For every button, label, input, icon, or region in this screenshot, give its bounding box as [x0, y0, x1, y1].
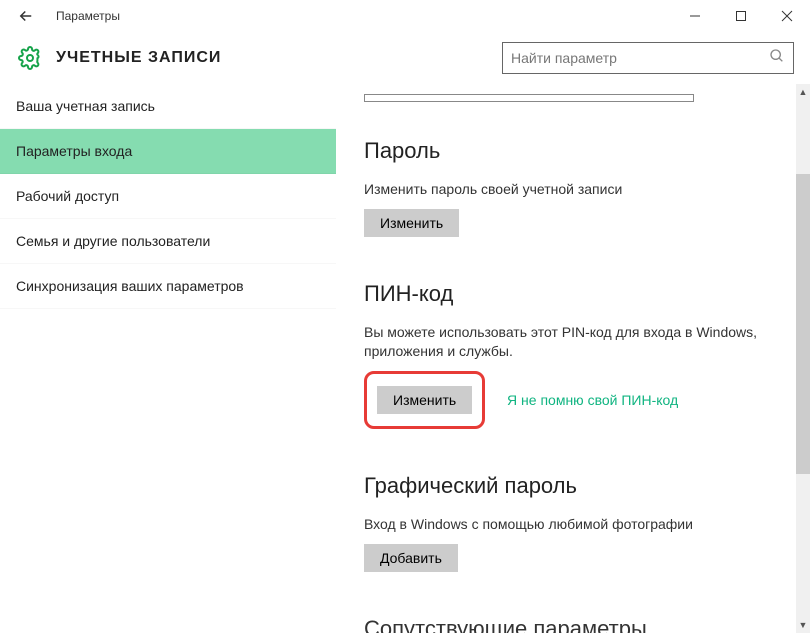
sidebar-item-signin-options[interactable]: Параметры входа [0, 129, 336, 174]
sidebar-item-work-access[interactable]: Рабочий доступ [0, 174, 336, 219]
picture-title: Графический пароль [364, 473, 782, 499]
gear-icon [16, 44, 44, 72]
search-placeholder: Найти параметр [511, 50, 617, 66]
titlebar: Параметры [0, 0, 810, 32]
maximize-button[interactable] [718, 0, 764, 32]
sidebar-item-sync[interactable]: Синхронизация ваших параметров [0, 264, 336, 309]
picture-desc: Вход в Windows с помощью любимой фотогра… [364, 515, 782, 534]
pin-forgot-link[interactable]: Я не помню свой ПИН-код [507, 392, 678, 408]
sidebar: Ваша учетная запись Параметры входа Рабо… [0, 84, 336, 633]
sidebar-item-label: Ваша учетная запись [16, 98, 155, 114]
sidebar-item-label: Семья и другие пользователи [16, 233, 210, 249]
scrollbar-down-arrow[interactable]: ▼ [796, 617, 810, 633]
password-section: Пароль Изменить пароль своей учетной зап… [364, 138, 782, 237]
partial-box-top [364, 94, 694, 102]
scrollbar-up-arrow[interactable]: ▲ [796, 84, 810, 100]
sidebar-item-label: Параметры входа [16, 143, 132, 159]
sidebar-item-label: Синхронизация ваших параметров [16, 278, 244, 294]
sidebar-item-label: Рабочий доступ [16, 188, 119, 204]
pin-desc: Вы можете использовать этот PIN-код для … [364, 323, 782, 361]
sidebar-item-your-account[interactable]: Ваша учетная запись [0, 84, 336, 129]
back-button[interactable] [8, 0, 44, 32]
minimize-button[interactable] [672, 0, 718, 32]
window-title: Параметры [56, 9, 120, 23]
password-title: Пароль [364, 138, 782, 164]
annotation-highlight: Изменить [364, 371, 485, 429]
content: Пароль Изменить пароль своей учетной зап… [336, 84, 810, 633]
sidebar-item-family[interactable]: Семья и другие пользователи [0, 219, 336, 264]
password-change-button[interactable]: Изменить [364, 209, 459, 237]
page-heading: УЧЕТНЫЕ ЗАПИСИ [56, 49, 221, 67]
picture-add-button[interactable]: Добавить [364, 544, 458, 572]
related-title-partial: Сопутствующие параметры [364, 616, 782, 633]
pin-title: ПИН-код [364, 281, 782, 307]
search-icon [769, 48, 785, 67]
password-desc: Изменить пароль своей учетной записи [364, 180, 782, 199]
vertical-scrollbar[interactable]: ▲ ▼ [796, 84, 810, 633]
close-button[interactable] [764, 0, 810, 32]
picture-password-section: Графический пароль Вход в Windows с помо… [364, 473, 782, 572]
pin-section: ПИН-код Вы можете использовать этот PIN-… [364, 281, 782, 429]
header: УЧЕТНЫЕ ЗАПИСИ Найти параметр [0, 32, 810, 84]
search-input[interactable]: Найти параметр [502, 42, 794, 74]
scrollbar-thumb[interactable] [796, 174, 810, 474]
pin-change-button[interactable]: Изменить [377, 386, 472, 414]
